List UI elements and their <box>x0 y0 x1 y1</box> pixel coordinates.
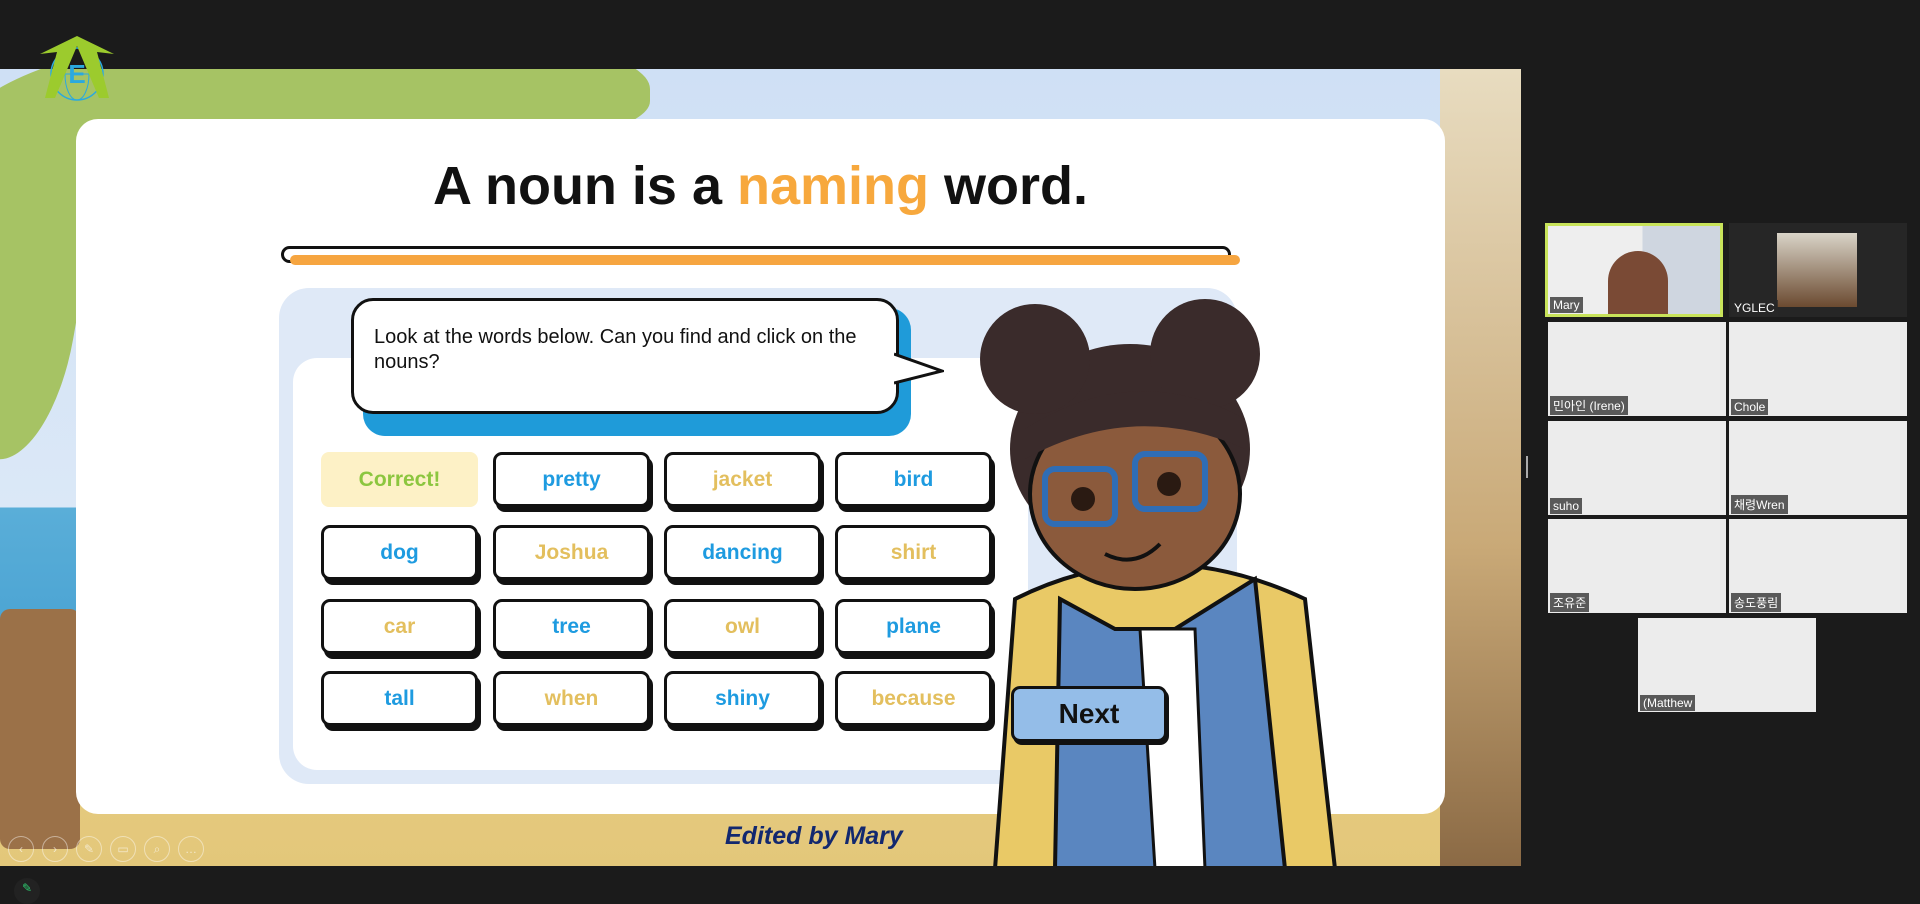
slide: A noun is a naming word. Look at the wor… <box>0 69 1521 866</box>
participant-tile[interactable]: (Matthew <box>1638 618 1816 712</box>
presenter-toolbar: ‹ › ✎ ▭ ⌕ … <box>8 836 204 862</box>
participant-name: 채령Wren <box>1731 495 1788 514</box>
word-button-shiny[interactable]: shiny <box>664 671 821 726</box>
character-illustration <box>980 299 1337 866</box>
participant-name: (Matthew <box>1640 695 1696 711</box>
participant-tile[interactable]: 송도풍림 <box>1729 519 1907 613</box>
participant-tile[interactable]: 민아인 (Irene) <box>1548 322 1726 416</box>
word-button-tree[interactable]: tree <box>493 599 650 654</box>
word-button-dog[interactable]: dog <box>321 525 478 580</box>
annotate-icon[interactable]: ✎ <box>14 878 40 904</box>
word-button-jacket[interactable]: jacket <box>664 452 821 507</box>
participant-name: 조유준 <box>1550 593 1590 612</box>
instruction-text: Look at the words below. Can you find an… <box>374 326 857 373</box>
svg-text:E: E <box>68 59 85 89</box>
slides-icon[interactable]: ▭ <box>110 836 136 862</box>
pen-icon[interactable]: ✎ <box>76 836 102 862</box>
word-button-joshua[interactable]: Joshua <box>493 525 650 580</box>
word-button-car[interactable]: car <box>321 599 478 654</box>
participant-name: 민아인 (Irene) <box>1550 396 1628 415</box>
instruction-bubble: Look at the words below. Can you find an… <box>351 298 899 414</box>
word-button-pretty[interactable]: pretty <box>493 452 650 507</box>
participant-tile[interactable]: 조유준 <box>1548 519 1726 613</box>
participant-name: YGLEC <box>1731 300 1778 316</box>
word-button-dancing[interactable]: dancing <box>664 525 821 580</box>
next-slide-icon[interactable]: › <box>42 836 68 862</box>
word-button-tall[interactable]: tall <box>321 671 478 726</box>
participant-tile[interactable]: YGLEC <box>1729 223 1907 317</box>
correct-feedback: Correct! <box>321 452 478 507</box>
panel-splitter[interactable] <box>1526 456 1528 478</box>
next-button[interactable]: Next <box>1011 686 1167 742</box>
zoom-icon[interactable]: ⌕ <box>144 836 170 862</box>
title-underline <box>281 246 1240 265</box>
more-icon[interactable]: … <box>178 836 204 862</box>
participant-tile[interactable]: Mary <box>1545 223 1723 317</box>
participant-tile[interactable]: suho <box>1548 421 1726 515</box>
edited-by-credit: Edited by Mary <box>725 822 903 850</box>
participant-name: Chole <box>1731 399 1769 415</box>
participant-name: suho <box>1550 498 1583 514</box>
word-button-owl[interactable]: owl <box>664 599 821 654</box>
slide-title: A noun is a naming word. <box>432 156 1089 216</box>
participant-tile[interactable]: Chole <box>1729 322 1907 416</box>
logo: E <box>37 34 117 111</box>
bubble-tail <box>894 352 944 385</box>
prev-slide-icon[interactable]: ‹ <box>8 836 34 862</box>
participant-tile[interactable]: 채령Wren <box>1729 421 1907 515</box>
word-button-when[interactable]: when <box>493 671 650 726</box>
participant-name: Mary <box>1550 297 1583 313</box>
participant-name: 송도풍림 <box>1731 593 1782 612</box>
